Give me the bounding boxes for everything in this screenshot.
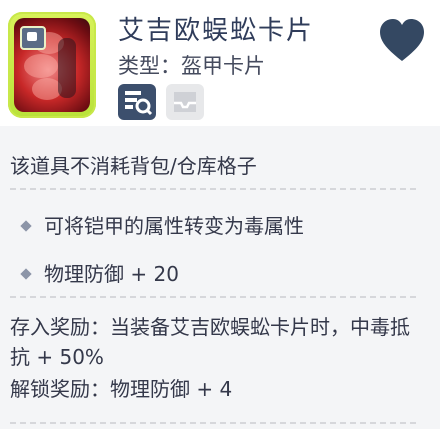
divider: [10, 422, 416, 424]
heart-icon[interactable]: [378, 18, 426, 64]
deposit-reward: 存入奖励：当装备艾吉欧蜈蚣卡片时，中毒抵抗 + 50%: [10, 315, 410, 369]
diamond-bullet-icon: [20, 267, 32, 280]
unlock-reward: 解锁奖励：物理防御 + 4: [10, 377, 233, 401]
effect-text: 物理防御 + 20: [44, 262, 179, 286]
diamond-bullet-icon: [20, 219, 32, 232]
effect-item: 物理防御 + 20: [20, 258, 179, 287]
divider: [10, 296, 416, 298]
storage-button[interactable]: [166, 84, 204, 120]
inbox-icon: [174, 92, 196, 112]
effect-text: 可将铠甲的属性转变为毒属性: [44, 214, 304, 238]
item-description: 该道具不消耗背包/仓库格子: [10, 154, 257, 178]
divider: [10, 188, 416, 190]
card-type-icon: [20, 26, 46, 50]
effect-item: 可将铠甲的属性转变为毒属性: [20, 210, 304, 239]
item-type: 类型：盔甲卡片: [118, 54, 265, 78]
card-body: 该道具不消耗背包/仓库格子 可将铠甲的属性转变为毒属性 物理防御 + 20 存入…: [0, 126, 440, 429]
card-header: 艾吉欧蜈蚣卡片 类型：盔甲卡片: [0, 0, 440, 126]
card-detail-icon: [125, 91, 153, 116]
item-card: 艾吉欧蜈蚣卡片 类型：盔甲卡片 该道具不消耗背包/仓库格子 可将铠甲的属性转变为…: [0, 0, 440, 429]
card-detail-button[interactable]: [118, 84, 156, 120]
item-name: 艾吉欧蜈蚣卡片: [118, 16, 315, 46]
item-thumbnail[interactable]: [8, 12, 96, 118]
